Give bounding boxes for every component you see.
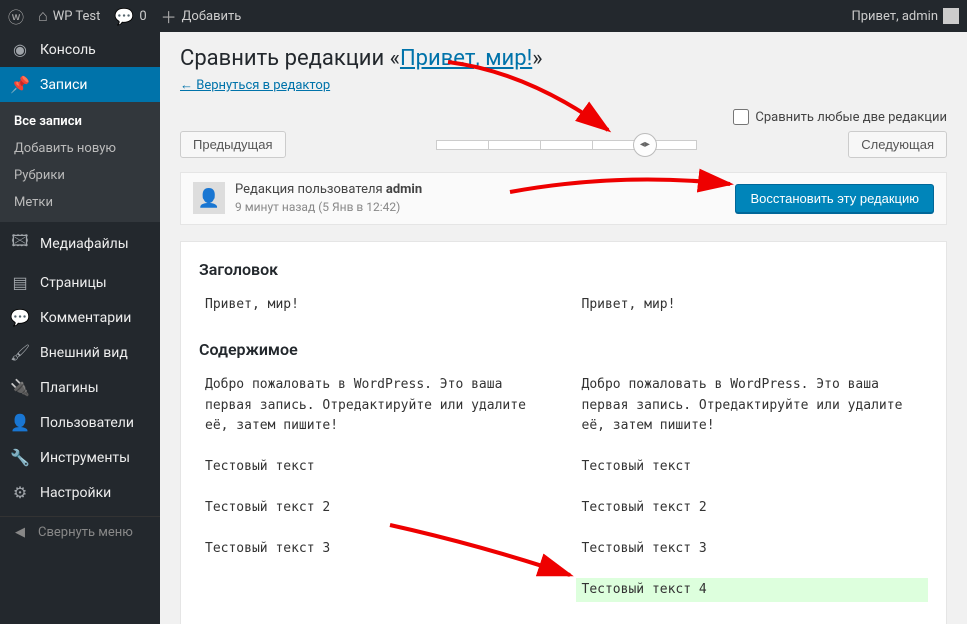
diff-title-right: Привет, мир!: [576, 293, 929, 318]
meta-author: admin: [386, 182, 422, 197]
collapse-menu[interactable]: ◀ Свернуть меню: [0, 516, 160, 548]
diff-line: Тестовый текст: [199, 455, 552, 480]
compare-any-label: Сравнить любые две редакции: [755, 110, 947, 125]
menu-dashboard[interactable]: ◉ Консоль: [0, 32, 160, 67]
title-suffix: »: [532, 46, 542, 71]
menu-label: Настройки: [40, 485, 111, 501]
diff-content-heading: Содержимое: [199, 340, 928, 359]
submenu-categories[interactable]: Рубрики: [0, 162, 160, 189]
add-new[interactable]: ＋Добавить: [161, 4, 242, 28]
diff-line: [576, 562, 929, 578]
diff-line: [576, 439, 929, 455]
diff-title-heading: Заголовок: [199, 260, 928, 279]
menu-label: Консоль: [40, 42, 96, 58]
diff-container: Заголовок Привет, мир! Привет, мир! Соде…: [180, 241, 947, 624]
comments-icon: 💬: [10, 308, 30, 327]
meta-time-abs: (5 Янв в 12:42): [318, 200, 400, 214]
menu-label: Пользователи: [40, 415, 134, 431]
submenu-tags[interactable]: Метки: [0, 189, 160, 216]
diff-line: Добро пожаловать в WordPress. Это ваша п…: [576, 373, 929, 439]
diff-line: Тестовый текст 3: [576, 537, 929, 562]
user-icon: 👤: [10, 413, 30, 432]
diff-line: Тестовый текст 3: [199, 537, 552, 562]
diff-line: Тестовый текст 2: [199, 496, 552, 521]
avatar-icon: [943, 8, 959, 24]
menu-comments[interactable]: 💬 Комментарии: [0, 300, 160, 335]
collapse-icon: ◀: [10, 525, 30, 540]
wp-logo[interactable]: ⓦ: [8, 4, 24, 28]
menu-media[interactable]: 🖾 Медиафайлы: [0, 222, 160, 265]
diff-line: Тестовый текст 4: [576, 578, 929, 603]
admin-sidebar: ◉ Консоль 📌 Записи Все записи Добавить нов…: [0, 32, 160, 624]
add-new-label: Добавить: [182, 9, 242, 24]
menu-users[interactable]: 👤 Пользователи: [0, 405, 160, 440]
restore-revision-button[interactable]: Восстановить эту редакцию: [735, 184, 934, 213]
submenu-posts: Все записи Добавить новую Рубрики Метки: [0, 102, 160, 222]
diff-title-left: Привет, мир!: [199, 293, 552, 318]
greeting[interactable]: Привет, admin: [851, 8, 959, 24]
pages-icon: ▤: [10, 273, 30, 292]
diff-content-right: Добро пожаловать в WordPress. Это ваша п…: [576, 373, 929, 603]
admin-bar: ⓦ ⌂WP Test 💬0 ＋Добавить Привет, admin: [0, 0, 967, 32]
comments-count: 0: [139, 9, 146, 24]
prev-revision-button[interactable]: Предыдущая: [180, 131, 286, 158]
menu-posts[interactable]: 📌 Записи: [0, 67, 160, 102]
plug-icon: 🔌: [10, 378, 30, 397]
diff-line: [199, 439, 552, 455]
diff-line: Тестовый текст: [576, 455, 929, 480]
wrench-icon: 🔧: [10, 448, 30, 467]
diff-line: [199, 521, 552, 537]
compare-any-checkbox[interactable]: [733, 109, 749, 125]
content-area: Сравнить редакции «Привет, мир!» ← Верну…: [160, 32, 967, 624]
collapse-label: Свернуть меню: [38, 525, 133, 540]
diff-line: Добро пожаловать в WordPress. Это ваша п…: [199, 373, 552, 439]
diff-line: Тестовый текст 2: [576, 496, 929, 521]
menu-label: Комментарии: [40, 310, 131, 326]
brush-icon: 🖌: [10, 343, 30, 362]
author-avatar: 👤: [193, 182, 225, 214]
menu-label: Плагины: [40, 380, 99, 396]
submenu-add-new[interactable]: Добавить новую: [0, 135, 160, 162]
menu-label: Инструменты: [40, 450, 130, 466]
menu-label: Записи: [40, 77, 88, 93]
revision-slider[interactable]: ◂▸: [306, 140, 829, 150]
diff-line: [576, 521, 929, 537]
page-title: Сравнить редакции «Привет, мир!»: [180, 46, 947, 71]
pin-icon: 📌: [10, 75, 30, 94]
meta-author-prefix: Редакция пользователя: [235, 182, 386, 197]
back-to-editor-link[interactable]: ← Вернуться в редактор: [180, 77, 330, 93]
slider-track: [437, 140, 697, 150]
comments-bubble[interactable]: 💬0: [114, 7, 146, 26]
menu-label: Медиафайлы: [40, 236, 129, 252]
diff-content-left: Добро пожаловать в WordPress. Это ваша п…: [199, 373, 552, 603]
menu-settings[interactable]: ⚙ Настройки: [0, 475, 160, 510]
menu-tools[interactable]: 🔧 Инструменты: [0, 440, 160, 475]
menu-plugins[interactable]: 🔌 Плагины: [0, 370, 160, 405]
submenu-all-posts[interactable]: Все записи: [0, 108, 160, 135]
site-name-label: WP Test: [53, 9, 101, 24]
title-prefix: Сравнить редакции «: [180, 46, 400, 71]
media-icon: 🖾: [10, 230, 30, 257]
menu-pages[interactable]: ▤ Страницы: [0, 265, 160, 300]
diff-line: [199, 480, 552, 496]
greeting-label: Привет, admin: [851, 9, 938, 24]
menu-label: Страницы: [40, 275, 107, 291]
menu-label: Внешний вид: [40, 345, 128, 361]
gear-icon: ⚙: [10, 483, 30, 502]
slider-handle[interactable]: ◂▸: [633, 133, 657, 157]
site-name[interactable]: ⌂WP Test: [38, 6, 100, 26]
next-revision-button[interactable]: Следующая: [848, 131, 947, 158]
gauge-icon: ◉: [10, 40, 30, 59]
post-title-link[interactable]: Привет, мир!: [400, 46, 532, 71]
diff-line: [576, 480, 929, 496]
revision-meta: 👤 Редакция пользователя admin 9 минут на…: [180, 172, 947, 225]
menu-appearance[interactable]: 🖌 Внешний вид: [0, 335, 160, 370]
compare-any-two[interactable]: Сравнить любые две редакции: [733, 109, 947, 125]
meta-time-rel: 9 минут назад: [235, 200, 315, 214]
